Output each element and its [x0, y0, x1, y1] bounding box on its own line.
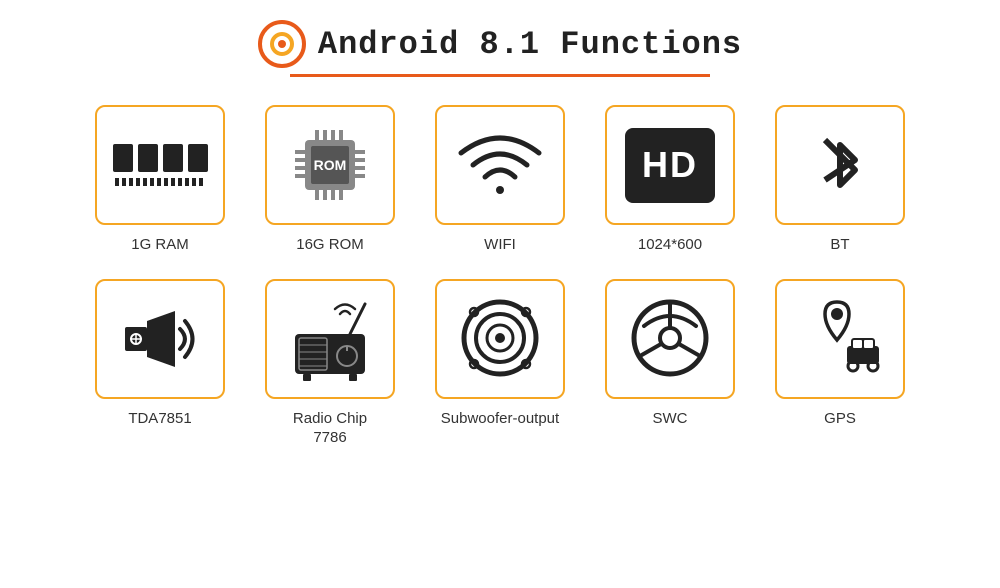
speaker-icon	[115, 299, 205, 379]
feature-swc: SWC	[595, 279, 745, 448]
hd-icon-box: HD	[605, 105, 735, 225]
ram-label: 1G RAM	[131, 235, 189, 255]
radio-label: Radio Chip 7786	[293, 409, 367, 448]
tda-icon-box	[95, 279, 225, 399]
features-grid: 1G RAM ROM	[85, 105, 915, 448]
rom-icon-box: ROM	[265, 105, 395, 225]
hd-box: HD	[625, 128, 715, 203]
page-title: Android 8.1 Functions	[318, 26, 742, 63]
swc-icon	[628, 296, 713, 381]
tda-label: TDA7851	[128, 409, 191, 429]
ram-slot-1	[113, 144, 133, 172]
feature-bt: BT	[765, 105, 915, 255]
feature-radio: Radio Chip 7786	[255, 279, 405, 448]
swc-icon-box	[605, 279, 735, 399]
wifi-label: WIFI	[484, 235, 516, 255]
ram-slot-3	[163, 144, 183, 172]
feature-rom: ROM	[255, 105, 405, 255]
page-header: Android 8.1 Functions	[258, 20, 742, 68]
feature-tda: TDA7851	[85, 279, 235, 448]
sub-icon-box	[435, 279, 565, 399]
title-underline	[290, 74, 710, 77]
wifi-icon-box	[435, 105, 565, 225]
swc-label: SWC	[653, 409, 688, 429]
gps-icon-box	[775, 279, 905, 399]
wifi-icon	[455, 125, 545, 205]
radio-icon-box	[265, 279, 395, 399]
gps-label: GPS	[824, 409, 856, 429]
ram-icon-box	[95, 105, 225, 225]
bt-icon-box	[775, 105, 905, 225]
ram-pins	[115, 178, 205, 186]
rom-icon: ROM	[285, 120, 375, 210]
bt-icon	[805, 120, 875, 210]
feature-ram: 1G RAM	[85, 105, 235, 255]
rom-label: 16G ROM	[296, 235, 364, 255]
ram-slot-4	[188, 144, 208, 172]
feature-hd: HD 1024*600	[595, 105, 745, 255]
sub-label: Subwoofer-output	[441, 409, 559, 429]
feature-wifi: WIFI	[425, 105, 575, 255]
ram-slot-2	[138, 144, 158, 172]
svg-text:ROM: ROM	[314, 157, 347, 173]
ram-icon	[113, 144, 208, 186]
bt-label: BT	[830, 235, 849, 255]
feature-sub: Subwoofer-output	[425, 279, 575, 448]
android-icon	[258, 20, 306, 68]
radio-icon	[285, 296, 375, 381]
hd-label: 1024*600	[638, 235, 702, 255]
gps-icon	[795, 296, 885, 381]
feature-gps: GPS	[765, 279, 915, 448]
subwoofer-icon	[458, 296, 543, 381]
hd-text: HD	[642, 144, 698, 186]
ram-slots	[113, 144, 208, 172]
